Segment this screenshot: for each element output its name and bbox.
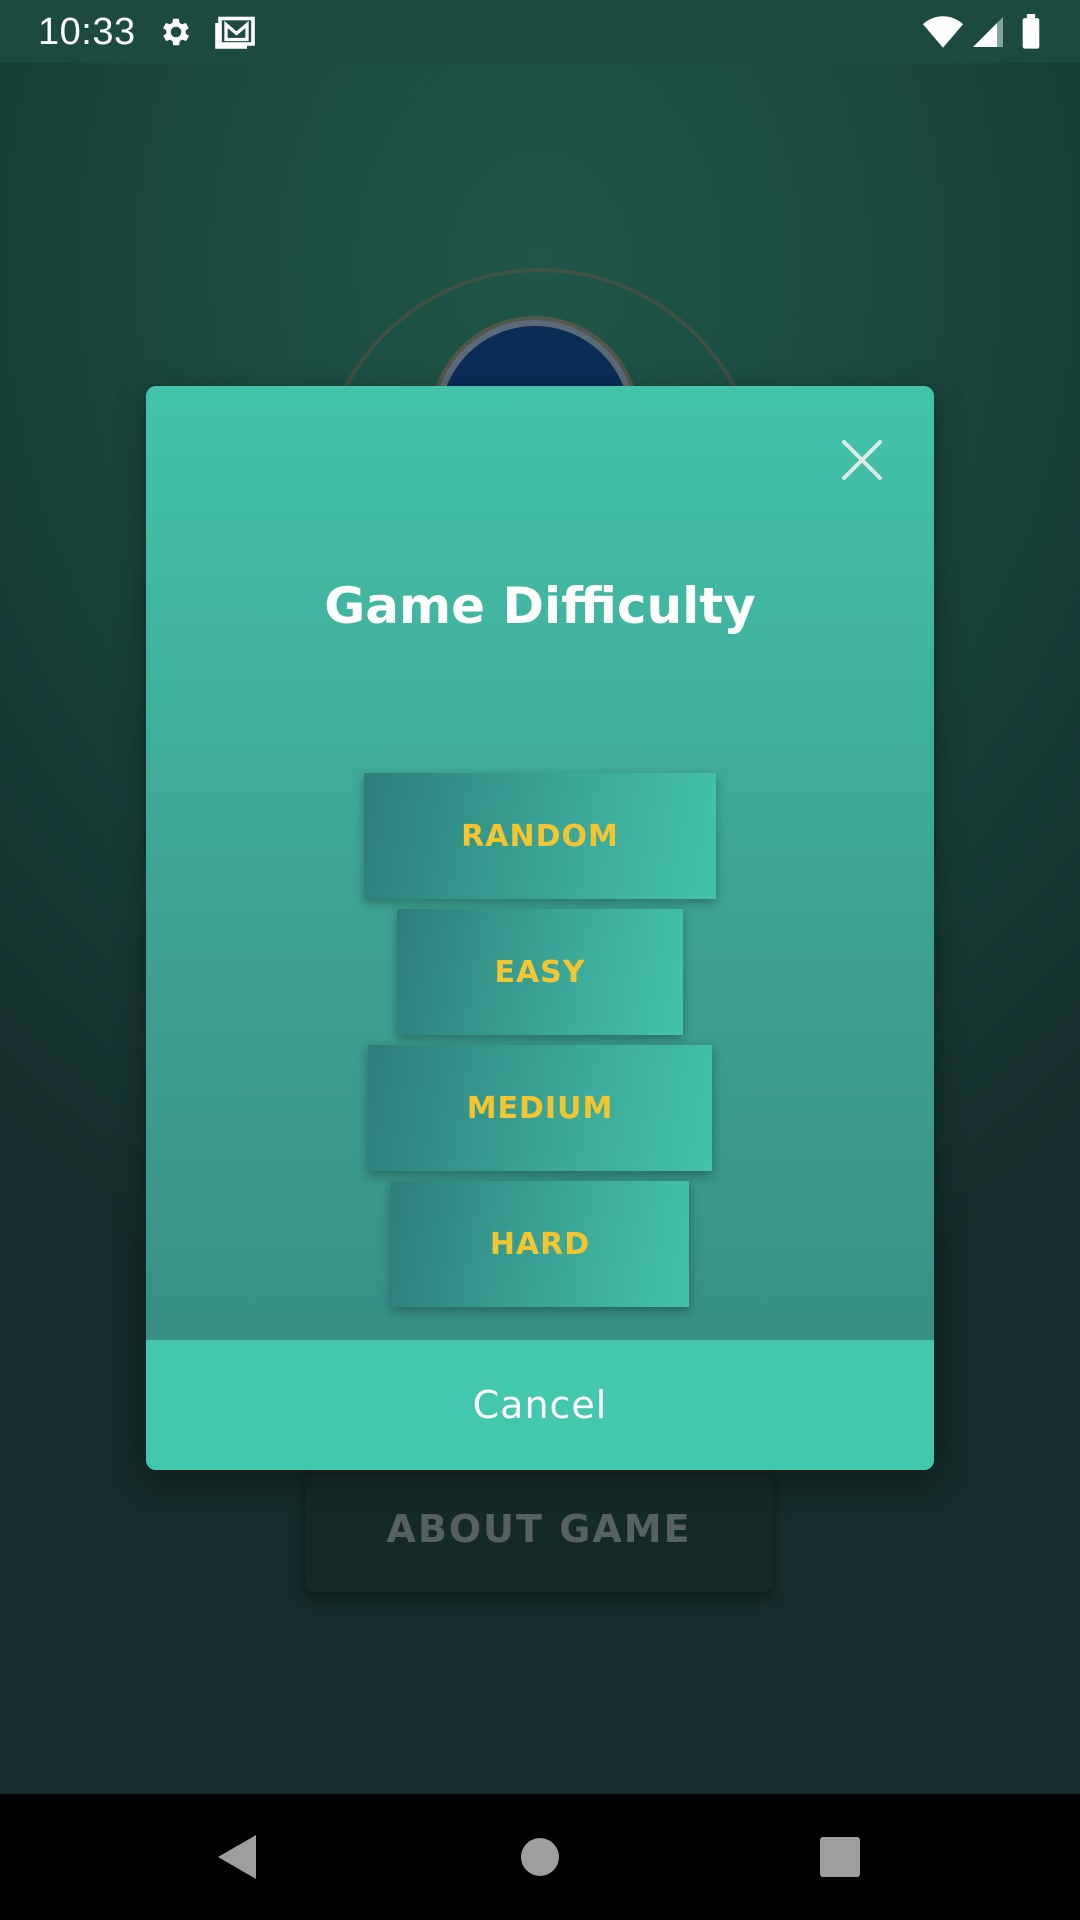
wifi-icon bbox=[922, 14, 964, 50]
status-time: 10:33 bbox=[38, 11, 136, 53]
difficulty-medium-button[interactable]: MEDIUM bbox=[368, 1045, 712, 1171]
signal-icon bbox=[970, 14, 1006, 50]
battery-icon bbox=[1018, 14, 1044, 50]
difficulty-random-button[interactable]: RANDOM bbox=[364, 773, 716, 899]
difficulty-easy-button[interactable]: EASY bbox=[397, 909, 683, 1035]
back-icon[interactable] bbox=[212, 1829, 268, 1885]
recents-icon[interactable] bbox=[812, 1829, 868, 1885]
status-bar: 10:33 bbox=[0, 0, 1080, 63]
difficulty-hard-button[interactable]: HARD bbox=[391, 1181, 689, 1307]
home-icon[interactable] bbox=[512, 1829, 568, 1885]
settings-icon bbox=[158, 14, 194, 50]
gmail-icon bbox=[214, 14, 256, 50]
navigation-bar bbox=[0, 1794, 1080, 1920]
dialog-title: Game Difficulty bbox=[324, 577, 756, 635]
about-game-button[interactable]: ABOUT GAME bbox=[305, 1466, 773, 1592]
close-icon[interactable] bbox=[840, 438, 884, 482]
difficulty-dialog: Game Difficulty RANDOM EASY MEDIUM HARD … bbox=[146, 386, 934, 1470]
cancel-button[interactable]: Cancel bbox=[146, 1340, 934, 1470]
